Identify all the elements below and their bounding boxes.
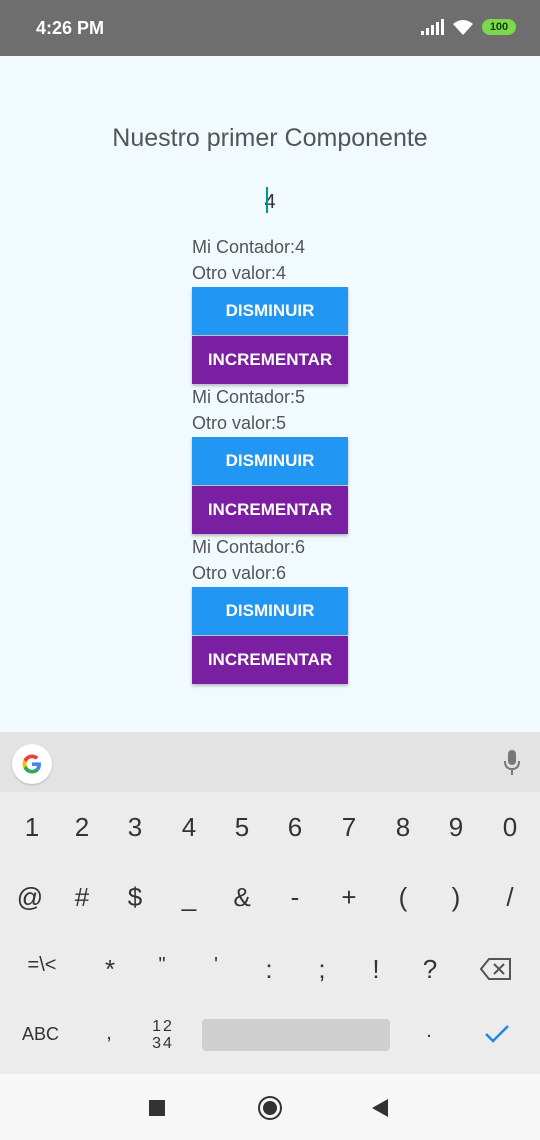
- key-underscore[interactable]: _: [169, 882, 209, 913]
- key-7[interactable]: 7: [329, 812, 369, 843]
- status-time: 4:26 PM: [36, 18, 105, 38]
- key-slash[interactable]: /: [490, 882, 530, 913]
- key-8[interactable]: 8: [383, 812, 423, 843]
- back-icon[interactable]: [371, 1098, 389, 1118]
- spacebar[interactable]: [202, 1019, 390, 1051]
- otro-valor-label: Otro valor:6: [192, 563, 287, 583]
- otro-valor-label: Otro valor:4: [192, 263, 287, 283]
- key-plus[interactable]: +: [329, 882, 369, 913]
- keyboard-row-symbols-2: =\< * " ' : ; ! ?: [0, 954, 540, 1020]
- key-colon[interactable]: :: [249, 954, 289, 985]
- numpad-switch-bottom: 34: [152, 1035, 174, 1052]
- signal-icon: [421, 19, 444, 35]
- key-5[interactable]: 5: [222, 812, 262, 843]
- key-semicolon[interactable]: ;: [302, 954, 342, 985]
- key-9[interactable]: 9: [436, 812, 476, 843]
- incrementar-button[interactable]: INCREMENTAR: [192, 486, 348, 534]
- key-asterisk[interactable]: *: [90, 954, 130, 985]
- key-4[interactable]: 4: [169, 812, 209, 843]
- keyboard-suggestion-bar: [0, 732, 540, 792]
- google-logo-icon[interactable]: [12, 744, 52, 784]
- disminuir-button[interactable]: DISMINUIR: [192, 437, 348, 485]
- disminuir-button[interactable]: DISMINUIR: [192, 287, 348, 335]
- keyboard-row-bottom: ABC , 12 34 .: [0, 1016, 540, 1082]
- app-content: Nuestro primer Componente Mi Contador:4 …: [0, 56, 540, 732]
- status-icons: 100: [421, 18, 516, 36]
- soft-keyboard: 1 2 3 4 5 6 7 8 9 0 @ # $ _ & - + ( ) / …: [0, 732, 540, 1074]
- counter-block-2: Mi Contador:5 Otro valor:5 DISMINUIR INC…: [192, 384, 352, 534]
- wifi-icon: [453, 20, 473, 35]
- keyboard-row-symbols-1: @ # $ _ & - + ( ) /: [0, 882, 540, 948]
- key-hash[interactable]: #: [62, 882, 102, 913]
- key-dollar[interactable]: $: [115, 882, 155, 913]
- check-enter-icon[interactable]: [484, 1024, 510, 1044]
- key-more-symbols[interactable]: =\<: [22, 954, 62, 977]
- key-open-paren[interactable]: (: [383, 882, 423, 913]
- keyboard-row-numbers: 1 2 3 4 5 6 7 8 9 0: [0, 812, 540, 878]
- mi-contador-label: Mi Contador:6: [192, 537, 306, 557]
- key-6[interactable]: 6: [275, 812, 315, 843]
- mi-contador-label: Mi Contador:5: [192, 387, 306, 407]
- backspace-icon[interactable]: [480, 958, 512, 980]
- page-title: Nuestro primer Componente: [112, 124, 428, 152]
- microphone-icon[interactable]: [504, 750, 520, 776]
- key-0[interactable]: 0: [490, 812, 530, 843]
- key-3[interactable]: 3: [115, 812, 155, 843]
- battery-icon: 100: [482, 19, 516, 35]
- key-question[interactable]: ?: [410, 954, 450, 985]
- disminuir-button[interactable]: DISMINUIR: [192, 587, 348, 635]
- key-ampersand[interactable]: &: [222, 882, 262, 913]
- counter-input[interactable]: [220, 186, 320, 218]
- key-at[interactable]: @: [10, 882, 50, 913]
- counter-block-1: Mi Contador:4 Otro valor:4 DISMINUIR INC…: [192, 234, 352, 384]
- key-double-quote[interactable]: ": [142, 954, 182, 977]
- text-caret: [266, 187, 268, 213]
- key-comma[interactable]: ,: [89, 1022, 129, 1045]
- counter-block-3: Mi Contador:6 Otro valor:6 DISMINUIR INC…: [192, 534, 352, 684]
- key-minus[interactable]: -: [275, 882, 315, 913]
- incrementar-button[interactable]: INCREMENTAR: [192, 336, 348, 384]
- home-icon[interactable]: [257, 1095, 283, 1121]
- numpad-switch-key[interactable]: 12 34: [148, 1018, 178, 1052]
- key-exclamation[interactable]: !: [356, 954, 396, 985]
- mi-contador-label: Mi Contador:4: [192, 237, 306, 257]
- key-1[interactable]: 1: [12, 812, 52, 843]
- incrementar-button[interactable]: INCREMENTAR: [192, 636, 348, 684]
- numpad-switch-top: 12: [152, 1018, 174, 1035]
- key-period[interactable]: .: [409, 1020, 449, 1043]
- otro-valor-label: Otro valor:5: [192, 413, 287, 433]
- key-close-paren[interactable]: ): [436, 882, 476, 913]
- key-single-quote[interactable]: ': [196, 954, 236, 977]
- navigation-bar: [0, 1074, 540, 1140]
- recent-apps-icon[interactable]: [149, 1100, 165, 1116]
- key-2[interactable]: 2: [62, 812, 102, 843]
- status-bar: 4:26 PM 100: [0, 0, 540, 56]
- abc-key[interactable]: ABC: [22, 1024, 59, 1045]
